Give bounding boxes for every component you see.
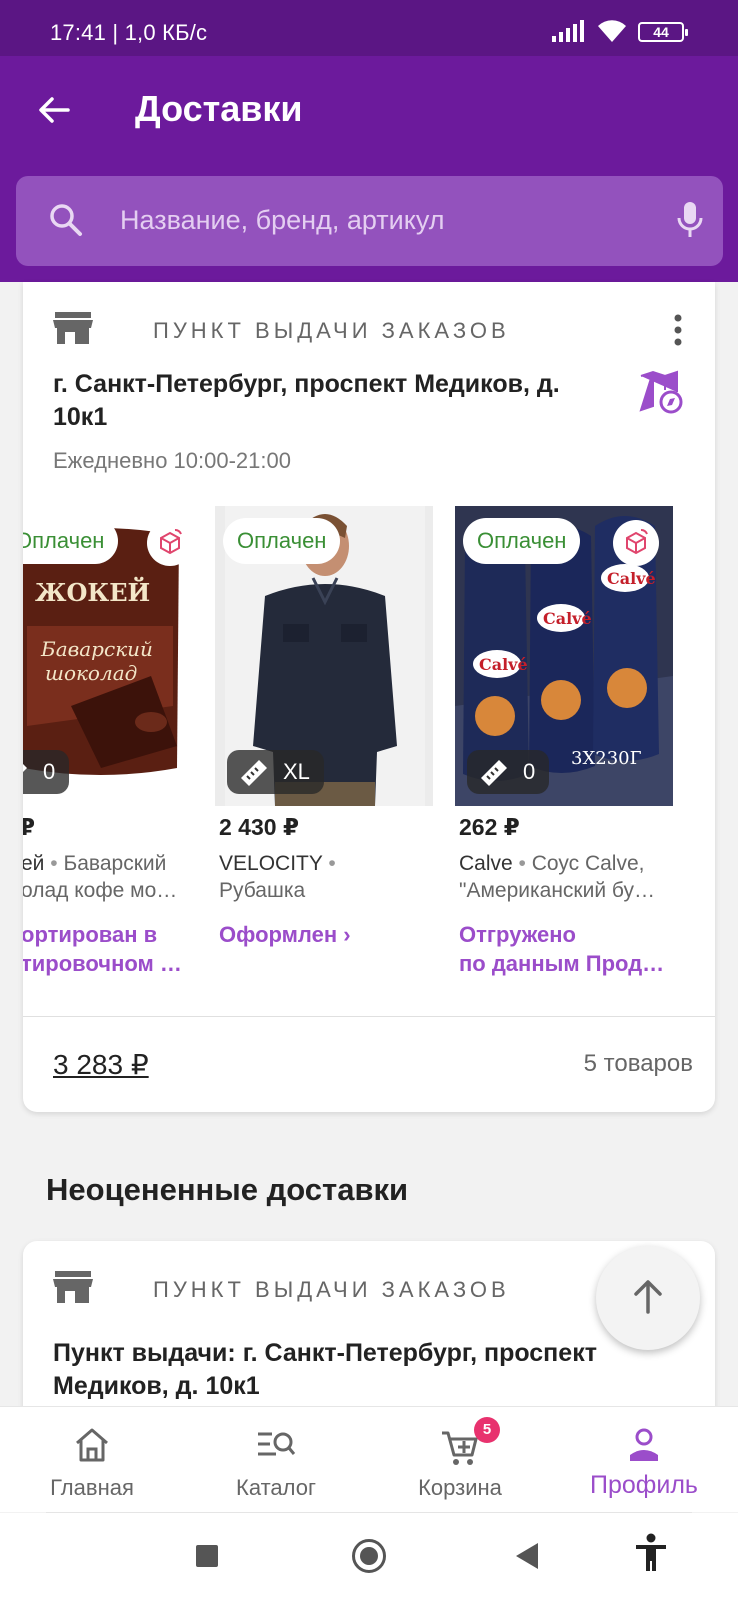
more-menu-icon[interactable] — [663, 310, 693, 350]
product-brand: ей — [23, 852, 45, 875]
nav-item-catalog[interactable]: Каталог — [184, 1407, 368, 1513]
status-pill: Оплачен — [23, 518, 119, 564]
scroll-top-button[interactable] — [596, 1246, 700, 1350]
ruler-icon — [23, 764, 27, 772]
back-icon[interactable] — [516, 1543, 538, 1569]
battery-icon: 44 — [638, 22, 688, 42]
status-bar: 17:41 | 1,0 КБ/с 44 — [0, 0, 738, 56]
status-pill: Оплачен — [223, 518, 341, 564]
tracking-line1: Оформлен › — [219, 922, 351, 947]
package-name-line1: Баварский — [40, 637, 153, 661]
delivery-address: Пункт выдачи: г. Санкт-Петербург, проспе… — [53, 1339, 597, 1400]
items-count: 5 товаров — [583, 1050, 693, 1077]
tracking-status-link[interactable]: Оформлен › — [219, 920, 429, 949]
catalog-icon — [258, 1432, 296, 1456]
product-price: ₽ — [23, 814, 36, 840]
product-description: ей • Баварский олад кофе мо… — [23, 850, 193, 904]
microphone-icon[interactable] — [676, 200, 704, 240]
package-brand-text: Calvé — [543, 609, 592, 628]
nav-item-profile[interactable]: Профиль — [552, 1407, 736, 1513]
nav-label: Главная — [50, 1475, 134, 1500]
working-hours: Ежедневно 10:00-21:00 — [53, 448, 291, 473]
arrow-up-icon — [634, 1280, 662, 1314]
package-brand-text: Calvé — [479, 655, 528, 674]
size-pill: 0 — [467, 750, 550, 794]
package-brand-text: ЖОКЕЙ — [35, 576, 150, 607]
home-icon — [76, 1428, 108, 1462]
card-divider — [23, 1016, 715, 1017]
tracking-line1: ортирован в — [23, 922, 158, 947]
separator-dot: • — [322, 852, 336, 875]
profile-icon — [630, 1428, 658, 1461]
separator-dot: • — [44, 852, 64, 875]
size-pill: XL — [227, 750, 324, 794]
nav-item-cart[interactable]: 5 Корзина — [368, 1407, 552, 1513]
order-total[interactable]: 3 283 ₽ — [53, 1048, 149, 1081]
ruler-icon — [241, 760, 267, 786]
product-price: 2 430 ₽ — [219, 814, 299, 840]
nav-label: Каталог — [236, 1475, 316, 1500]
home-button-icon[interactable] — [352, 1539, 386, 1573]
nav-item-home[interactable]: Главная — [0, 1407, 184, 1513]
product-price: 262 ₽ — [459, 814, 520, 840]
product-name-line1: Баварский — [63, 852, 167, 875]
delivery-card[interactable]: ПУНКТ ВЫДАЧИ ЗАКАЗОВ г. Санкт-Петербург,… — [23, 282, 715, 1112]
section-title: Неоцененные доставки — [46, 1172, 409, 1207]
page-title: Доставки — [135, 88, 303, 129]
size-value: 0 — [523, 759, 536, 784]
product-description: Calve • Соус Calve, "Американский бу… — [459, 850, 677, 904]
recents-icon[interactable] — [196, 1545, 218, 1567]
accessibility-icon[interactable] — [634, 1533, 668, 1573]
map-compass-icon[interactable] — [639, 370, 683, 414]
cart-count-badge: 5 — [474, 1417, 500, 1443]
signal-icon — [552, 20, 584, 42]
back-arrow-icon[interactable] — [34, 90, 74, 130]
pickup-point-label: ПУНКТ ВЫДАЧИ ЗАКАЗОВ — [153, 1277, 510, 1302]
nav-label: Профиль — [590, 1471, 698, 1499]
pickup-point-label: ПУНКТ ВЫДАЧИ ЗАКАЗОВ — [153, 318, 510, 343]
system-navigation — [0, 1513, 738, 1600]
tracking-line2: по данным Прод… — [459, 951, 665, 976]
tracking-status-link[interactable]: ортирован в тировочном … — [23, 920, 193, 978]
product-card[interactable]: Calvé Calvé Calvé 3X230Г Оплачен 0 — [455, 506, 673, 806]
product-name-line2: Рубашка — [219, 879, 306, 902]
product-card[interactable]: Оплачен XL — [215, 506, 433, 806]
search-input[interactable]: Название, бренд, артикул — [120, 205, 445, 236]
status-time: 17:41 | 1,0 КБ/с — [50, 20, 208, 45]
package-brand-text: Calvé — [607, 569, 656, 588]
tracking-line1: Отгружено — [459, 922, 576, 947]
product-description: VELOCITY • Рубашка — [219, 850, 429, 904]
store-icon — [53, 1271, 93, 1303]
package-name-line2: шоколад — [45, 661, 137, 685]
delivery-address: г. Санкт-Петербург, проспект Медиков, д.… — [53, 370, 560, 431]
pickup-header: ПУНКТ ВЫДАЧИ ЗАКАЗОВ — [53, 310, 693, 350]
size-value: XL — [283, 759, 310, 784]
tracking-line2: тировочном … — [23, 951, 182, 976]
product-name-line2: олад кофе мо… — [23, 879, 178, 902]
ruler-icon — [481, 760, 507, 786]
product-brand: VELOCITY — [219, 852, 323, 875]
separator-dot: • — [512, 852, 532, 875]
status-pill: Оплачен — [463, 518, 581, 564]
nav-label: Корзина — [418, 1475, 502, 1500]
product-name-line1: Соус Calve, — [531, 852, 645, 875]
return-box-icon — [613, 520, 659, 566]
size-value: 0 — [43, 759, 56, 784]
product-brand: Calve — [459, 852, 513, 875]
search-icon — [50, 204, 82, 236]
tracking-status-link[interactable]: Отгружено по данным Прод… — [459, 920, 677, 978]
store-icon — [53, 312, 93, 344]
return-box-icon — [147, 520, 193, 566]
product-name-line2: "Американский бу… — [459, 879, 655, 902]
wifi-icon — [598, 20, 626, 42]
search-bar[interactable]: Название, бренд, артикул — [16, 176, 723, 266]
product-card[interactable]: ЖОКЕЙ Баварский шоколад Оплачен 0 — [23, 506, 219, 806]
bottom-navigation: Главная Каталог 5 Корзина Профиль — [0, 1406, 738, 1512]
pack-label: 3X230Г — [571, 748, 642, 769]
size-pill: 0 — [23, 750, 70, 794]
